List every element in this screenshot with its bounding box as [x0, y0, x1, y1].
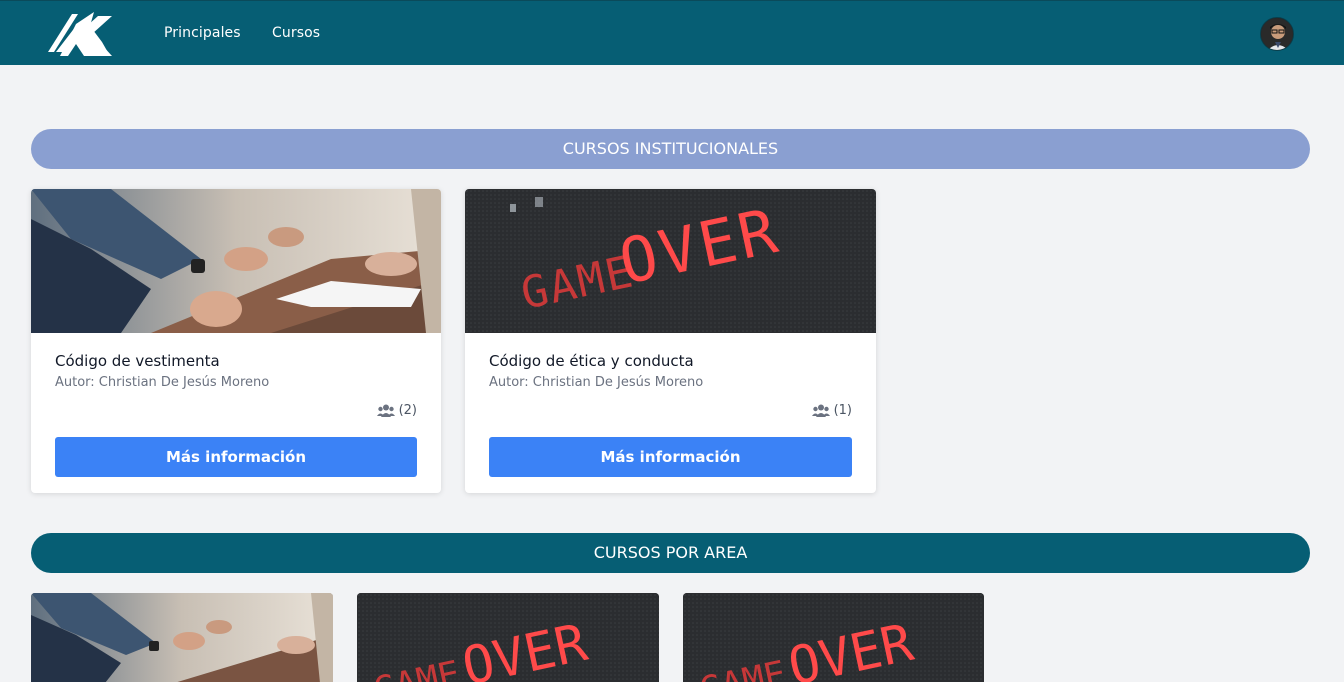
users-icon [811, 404, 830, 417]
enrolled-count: (2) [376, 403, 417, 418]
course-author: Autor: Christian De Jesús Moreno [55, 375, 270, 390]
section-header-area: CURSOS POR AREA [31, 533, 1310, 573]
area-course-card-meeting[interactable] [31, 593, 333, 682]
brand-logo[interactable] [46, 12, 112, 56]
more-info-button[interactable]: Más información [489, 437, 852, 477]
users-icon [376, 404, 395, 417]
course-image-game-over: GAME OVER [465, 189, 876, 333]
course-author: Autor: Christian De Jesús Moreno [489, 375, 704, 390]
nav-link-cursos[interactable]: Cursos [272, 25, 320, 41]
nav-link-principales[interactable]: Principales [164, 25, 241, 41]
top-navbar: Principales Cursos [0, 0, 1344, 65]
course-title: Código de vestimenta [55, 352, 220, 370]
area-course-card-game-over[interactable]: GAME OVER [683, 593, 984, 682]
course-image-meeting [31, 189, 441, 333]
course-card: Código de vestimenta Autor: Christian De… [31, 189, 441, 493]
more-info-button[interactable]: Más información [55, 437, 417, 477]
enrolled-count: (1) [811, 403, 852, 418]
area-course-card-game-over[interactable]: GAME OVER [357, 593, 659, 682]
course-title: Código de ética y conducta [489, 352, 694, 370]
enrolled-count-value: (1) [833, 403, 852, 418]
enrolled-count-value: (2) [398, 403, 417, 418]
user-avatar[interactable] [1260, 17, 1294, 51]
course-card: GAME OVER Código de ética y conducta Aut… [465, 189, 876, 493]
section-header-institucionales: CURSOS INSTITUCIONALES [31, 129, 1310, 169]
